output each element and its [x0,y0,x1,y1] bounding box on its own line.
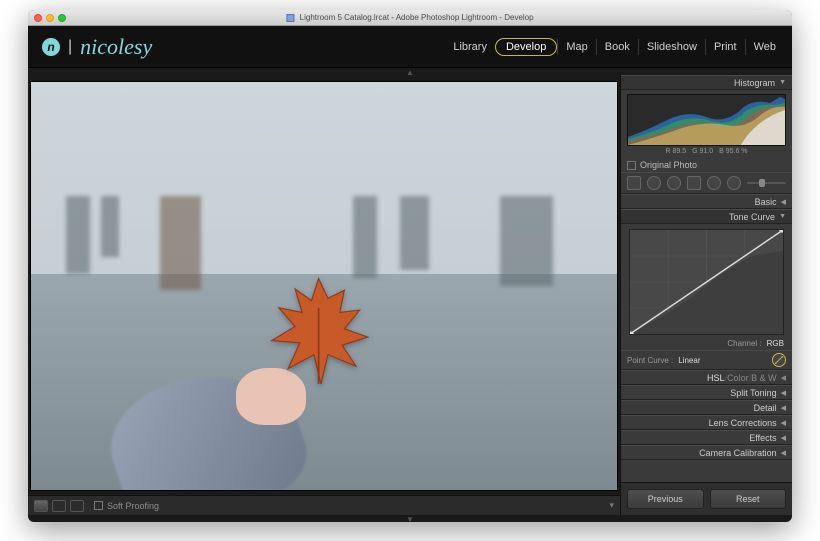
original-photo-toggle[interactable]: Original Photo [621,158,792,172]
histogram[interactable] [627,94,786,146]
panel-basic-header[interactable]: Basic◀ [621,194,792,209]
brand-name: nicolesy [80,34,152,60]
panel-histogram-header[interactable]: Histogram▼ [621,75,792,90]
point-curve-row: Point Curve : Linear [621,350,792,370]
checkbox-icon [627,161,636,170]
app-window: Lightroom 5 Catalog.lrcat - Adobe Photos… [28,10,792,522]
radial-filter-tool[interactable] [707,176,721,190]
panel-splittoning-header[interactable]: Split Toning◀ [621,385,792,400]
panel-effects-header[interactable]: Effects◀ [621,430,792,445]
leaf-icon [260,270,377,392]
point-curve-label: Point Curve : [627,356,673,365]
point-curve-toggle[interactable] [772,353,786,367]
module-develop[interactable]: Develop [495,38,557,56]
right-panel: Histogram▼ R 89.5 G 91.0 B 95.6 % Origin… [620,75,792,515]
tool-strip [621,172,792,194]
module-picker: Library Develop Map Book Slideshow Print… [445,38,784,56]
crop-tool[interactable] [627,176,641,190]
soft-proofing-toggle[interactable]: Soft Proofing [94,501,159,511]
point-curve-value[interactable]: Linear [678,356,700,365]
tone-curve[interactable] [629,229,784,335]
identity-plate[interactable]: n | nicolesy [42,34,152,60]
bottom-panel-toggle[interactable]: ▼ [28,515,792,522]
previous-button[interactable]: Previous [627,489,704,509]
zoom-button[interactable] [58,14,66,22]
panel-hsl-header[interactable]: HSL / Color / B & W ◀ [621,370,792,385]
preview-column: Soft Proofing ▾ [28,75,620,515]
grad-filter-tool[interactable] [687,176,701,190]
module-print[interactable]: Print [705,39,745,55]
module-library[interactable]: Library [445,39,495,55]
top-panel-toggle[interactable]: ▲ [28,68,792,75]
module-book[interactable]: Book [596,39,638,55]
compare-button[interactable] [70,500,84,512]
checkbox-icon [94,501,103,510]
module-slideshow[interactable]: Slideshow [638,39,705,55]
window-controls [34,14,66,22]
header: n | nicolesy Library Develop Map Book Sl… [28,26,792,68]
toolbar: Soft Proofing ▾ [28,495,620,515]
dev-buttons: Previous Reset [621,482,792,515]
reset-button[interactable]: Reset [710,489,787,509]
module-web[interactable]: Web [745,39,784,55]
spot-tool[interactable] [647,176,661,190]
minimize-button[interactable] [46,14,54,22]
histogram-readout: R 89.5 G 91.0 B 95.6 % [621,148,792,155]
preview-image[interactable] [30,81,618,491]
panel-detail-header[interactable]: Detail◀ [621,400,792,415]
titlebar: Lightroom 5 Catalog.lrcat - Adobe Photos… [28,10,792,26]
brand-logo-icon: n [42,38,60,56]
close-button[interactable] [34,14,42,22]
content: Soft Proofing ▾ Histogram▼ R 8 [28,75,792,515]
redeye-tool[interactable] [667,176,681,190]
tone-curve-channel[interactable]: Channel : RGB [621,337,792,350]
panel-lenscorr-header[interactable]: Lens Corrections◀ [621,415,792,430]
soft-proofing-label: Soft Proofing [107,501,159,511]
toolbar-menu[interactable]: ▾ [609,500,614,511]
window-title: Lightroom 5 Catalog.lrcat - Adobe Photos… [286,13,533,22]
module-map[interactable]: Map [557,39,595,55]
before-after-button[interactable] [52,500,66,512]
panel-tonecurve-header[interactable]: Tone Curve▼ [621,209,792,224]
tool-slider[interactable] [747,182,786,184]
panel-cameracalib-header[interactable]: Camera Calibration◀ [621,445,792,460]
loupe-view-button[interactable] [34,500,48,512]
brush-tool[interactable] [727,176,741,190]
triangle-down-icon: ▼ [779,79,786,86]
brand-separator: | [68,38,72,56]
app-icon [286,14,294,22]
